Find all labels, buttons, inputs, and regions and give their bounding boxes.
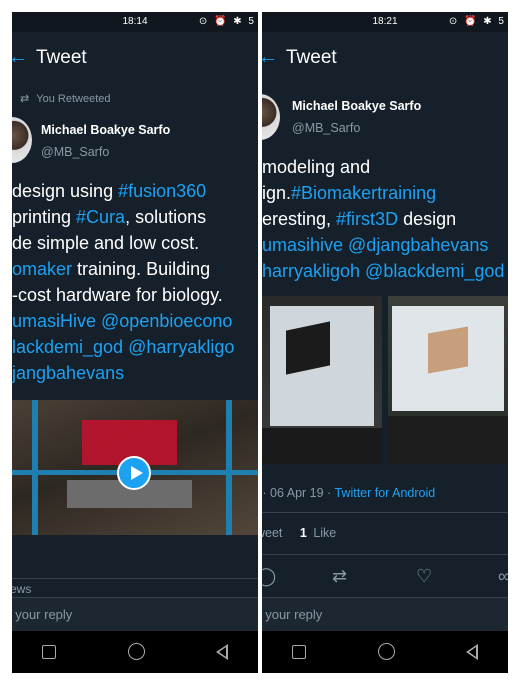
tweet-text-segment: design using [12,181,119,201]
back-arrow-icon[interactable]: ← [262,46,278,69]
reply-input[interactable]: t your reply [262,597,508,632]
tweet-text-line: de simple and low cost. [12,230,234,256]
tweet-link[interactable]: #Cura [76,207,125,227]
reply-icon[interactable]: ◯ [262,566,276,587]
tweet-link[interactable]: lackdemi_god @harryakligo [12,337,234,357]
reply-placeholder: t your reply [12,607,73,622]
tweet-text-line: harryakligoh @blackdemi_god [262,258,504,284]
recent-apps-icon[interactable] [292,645,306,659]
retweet-label: You Retweeted [36,93,111,105]
android-nav-bar [262,631,508,673]
tweet-link[interactable]: #fusion360 [118,181,206,201]
author-handle[interactable]: @MB_Sarfo [41,145,109,159]
tweet-text-segment: modeling and [262,157,371,177]
like-label[interactable]: Like [313,526,336,540]
back-nav-icon[interactable] [466,644,478,660]
retweet-icon[interactable]: ⇄ [332,566,347,587]
share-icon[interactable]: ∞ [498,566,508,587]
page-title: Tweet [36,47,87,68]
tweet-actions: ◯ ⇄ ♡ ∞ [262,566,508,590]
tweet-text: design using #fusion360 printing #Cura, … [12,178,234,386]
author-name[interactable]: Michael Boakye Sarfo [41,123,170,137]
status-icons: ⊙ ⏰ ✱ 5 [198,16,256,27]
play-button[interactable] [117,456,151,490]
tweet-text-segment: eresting, [262,209,337,229]
left-screenshot: 18:14 ⊙ ⏰ ✱ 5 ← Tweet ⇄ You Retweeted Mi… [12,12,258,673]
tweet-text-line: lackdemi_god @harryakligo [12,334,234,360]
author-handle[interactable]: @MB_Sarfo [292,121,360,135]
recent-apps-icon[interactable] [42,645,56,659]
retweet-indicator: ⇄ You Retweeted [20,92,111,105]
back-arrow-icon[interactable]: ← [12,46,28,69]
tweet-text-segment: training. Building [72,259,211,279]
tweet-text-segment: ign. [262,183,292,203]
status-bar: 18:14 ⊙ ⏰ ✱ 5 [12,12,258,32]
tweet-text-line: printing #Cura, solutions [12,204,234,230]
tweet-link[interactable]: jangbahevans [12,363,124,383]
tweet-text-line: modeling and [262,154,504,180]
tweet-video[interactable] [12,400,258,535]
tweet-photo-cube-black[interactable] [262,296,382,464]
reply-input[interactable]: t your reply [12,597,258,632]
tweet-link[interactable]: umasihive @djangbahevans [262,235,488,255]
status-icons: ⊙ ⏰ ✱ 5 [448,16,506,27]
tweet-text: modeling and ign.#Biomakertraining erestin… [262,154,504,284]
tweet-photo-cube-beige[interactable] [388,296,508,464]
avatar[interactable] [262,94,280,140]
tweet-link[interactable]: #Biomakertraining [291,183,436,203]
home-icon[interactable] [128,643,145,660]
tweet-text-segment: -cost hardware for biology. [12,285,223,305]
tweet-text-line: ign.#Biomakertraining [262,180,504,206]
tweet-source-link[interactable]: Twitter for Android [334,486,435,500]
retweet-icon: ⇄ [20,93,30,105]
like-count[interactable]: 1 [300,526,307,540]
tweet-link[interactable]: harryakligoh @blackdemi_god [262,261,504,281]
tweet-link[interactable]: #first3D [336,209,398,229]
heart-icon[interactable]: ♡ [416,566,432,587]
right-screenshot: 18:21 ⊙ ⏰ ✱ 5 ← Tweet Michael Boakye Sar… [262,12,508,673]
tweet-text-line: design using #fusion360 [12,178,234,204]
back-nav-icon[interactable] [216,644,228,660]
tweet-link[interactable]: umasiHive @openbioecono [12,311,232,331]
views-label: ews [12,582,32,596]
tweet-text-line: umasihive @djangbahevans [262,232,504,258]
reply-placeholder: t your reply [262,607,323,622]
tweet-link[interactable]: omaker [12,259,72,279]
retweet-count-label[interactable]: weet [262,526,282,540]
status-bar: 18:21 ⊙ ⏰ ✱ 5 [262,12,508,32]
tweet-text-segment: de simple and low cost. [12,233,200,253]
tweet-text-segment: , solutions [125,207,207,227]
tweet-header: ← Tweet [262,32,508,86]
tweet-text-segment: printing [12,207,77,227]
tweet-header: ← Tweet [12,32,258,86]
tweet-meta: 5 · 06 Apr 19 · Twitter for Android [262,486,435,500]
tweet-text-line: -cost hardware for biology. [12,282,234,308]
tweet-text-segment: design [398,209,457,229]
page-title: Tweet [286,47,337,68]
tweet-text-line: umasiHive @openbioecono [12,308,234,334]
tweet-date: 5 · 06 Apr 19 · [262,486,332,500]
author-name[interactable]: Michael Boakye Sarfo [292,99,421,113]
android-nav-bar [12,631,258,673]
tweet-text-line: jangbahevans [12,360,234,386]
tweet-stats: weet 1 Like [262,526,336,540]
tweet-text-line: omaker training. Building [12,256,234,282]
tweet-text-line: eresting, #first3D design [262,206,504,232]
avatar[interactable] [12,117,32,163]
home-icon[interactable] [378,643,395,660]
